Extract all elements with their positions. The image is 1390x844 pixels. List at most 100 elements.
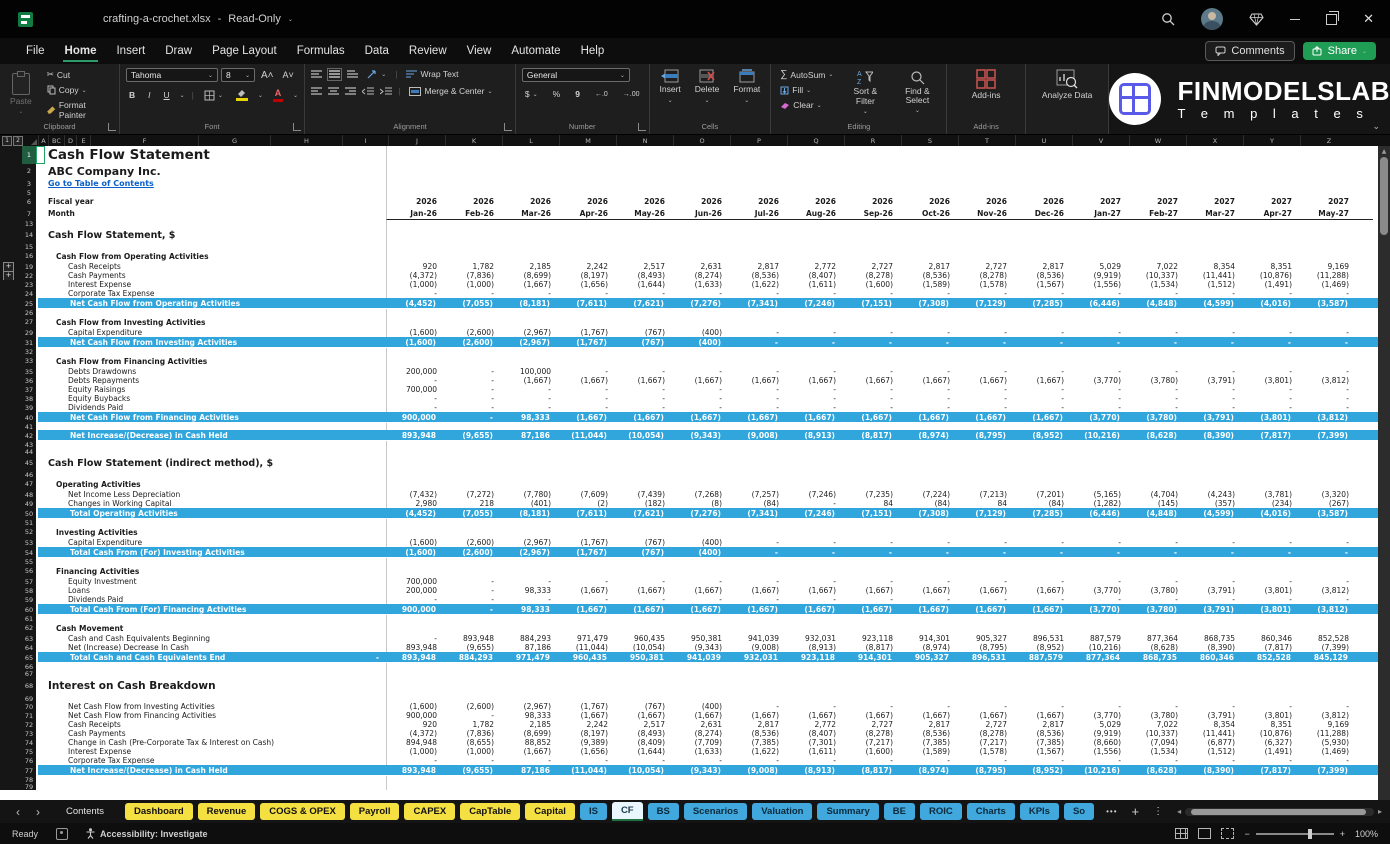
cell[interactable]: 920 <box>387 720 444 729</box>
cell[interactable]: - <box>729 328 786 337</box>
cell[interactable]: - <box>615 289 672 298</box>
cell[interactable]: 8,351 <box>1242 720 1299 729</box>
cell[interactable]: 2026 <box>786 197 843 206</box>
cell[interactable]: (4,599) <box>1184 509 1241 518</box>
grow-font-button[interactable]: A˄ <box>258 69 277 82</box>
cell[interactable]: - <box>558 756 615 765</box>
clipboard-dialog-launcher[interactable] <box>108 123 116 131</box>
outline-level-button[interactable]: 2 <box>13 136 23 146</box>
cell[interactable]: (1,578) <box>957 747 1014 756</box>
cell[interactable]: (1,667) <box>557 413 614 422</box>
row-header[interactable]: 67 <box>22 670 36 677</box>
cell[interactable]: (1,667) <box>558 376 615 385</box>
cell[interactable]: - <box>729 756 786 765</box>
cell[interactable]: - <box>1185 756 1242 765</box>
cell[interactable]: (7,709) <box>672 738 729 747</box>
cell[interactable]: - <box>387 595 444 604</box>
cell[interactable] <box>36 423 386 430</box>
cell[interactable]: (7,217) <box>957 738 1014 747</box>
sheet-tab-capex[interactable]: CAPEX <box>404 803 455 820</box>
row-label[interactable]: Change in Cash (Pre-Corporate Tax & Inte… <box>36 738 274 747</box>
cell[interactable]: (9,008) <box>729 643 786 652</box>
insert-cells-button[interactable]: Insert⌄ <box>656 68 685 106</box>
cell[interactable]: - <box>615 394 672 403</box>
cell[interactable]: (1,667) <box>843 586 900 595</box>
row-header[interactable]: 3 <box>22 178 36 189</box>
cell[interactable]: Dec-26 <box>1014 209 1071 218</box>
cell[interactable]: Interest Expense <box>36 280 386 289</box>
cell[interactable]: - <box>1185 538 1242 547</box>
cell[interactable]: 2,817 <box>1014 262 1071 271</box>
cell[interactable]: - <box>1185 385 1242 394</box>
cell[interactable]: 2026 <box>501 197 558 206</box>
cell[interactable]: 2026 <box>558 197 615 206</box>
row-header[interactable]: 74 <box>22 738 36 747</box>
percent-style-button[interactable]: % <box>550 88 564 100</box>
cell[interactable]: (1,600) <box>387 328 444 337</box>
cell[interactable]: (1,667) <box>957 376 1014 385</box>
sheet-tab-scenarios[interactable]: Scenarios <box>684 803 747 820</box>
cell[interactable]: - <box>843 702 900 711</box>
cell[interactable]: (3,780) <box>1127 413 1184 422</box>
total-row-bar[interactable]: Total Operating Activities(4,452)(7,055)… <box>38 508 1378 518</box>
cell[interactable]: - <box>443 413 500 422</box>
cell[interactable]: 971,479 <box>500 653 557 662</box>
cell[interactable]: (7,151) <box>842 509 899 518</box>
cell[interactable]: 932,031 <box>786 634 843 643</box>
cell[interactable]: 868,735 <box>1185 634 1242 643</box>
cell[interactable]: 98,333 <box>501 711 558 720</box>
sheet-tab-roic[interactable]: ROIC <box>920 803 962 820</box>
cell[interactable]: Cash Payments <box>36 271 386 280</box>
row-label[interactable]: Cash Flow from Financing Activities <box>36 357 207 366</box>
cell[interactable]: - <box>1185 394 1242 403</box>
cell[interactable]: 7,022 <box>1128 262 1185 271</box>
cell[interactable]: - <box>899 548 956 557</box>
cell[interactable]: 100,000 <box>501 367 558 376</box>
sheet-tab-valuation[interactable]: Valuation <box>752 803 812 820</box>
cell[interactable]: - <box>786 702 843 711</box>
cell[interactable] <box>36 448 386 455</box>
align-left-icon[interactable] <box>311 87 322 96</box>
menu-item-formulas[interactable]: Formulas <box>287 41 355 61</box>
cell[interactable]: 2,631 <box>672 262 729 271</box>
cell[interactable]: 2027 <box>1071 197 1128 206</box>
cell[interactable]: - <box>900 756 957 765</box>
row-header[interactable]: 13 <box>22 220 36 227</box>
fill-color-button[interactable] <box>233 88 251 102</box>
cell[interactable]: (1,667) <box>557 605 614 614</box>
cell[interactable]: (7,285) <box>1013 299 1070 308</box>
orientation-button[interactable]: ⌄ <box>364 68 389 80</box>
cell[interactable]: (7,432) <box>387 490 444 499</box>
cell[interactable]: Corporate Tax Expense <box>36 289 386 298</box>
cell[interactable]: (3,801) <box>1242 376 1299 385</box>
cell[interactable]: Cash Flow Statement, $ <box>36 227 386 243</box>
cell[interactable]: - <box>1014 403 1071 412</box>
cell[interactable]: 893,948 <box>386 653 443 662</box>
cell[interactable]: - <box>444 385 501 394</box>
find-select-button[interactable]: Find & Select⌄ <box>894 68 940 116</box>
cell[interactable]: (7,276) <box>671 299 728 308</box>
cell[interactable]: (9,919) <box>1071 271 1128 280</box>
cell[interactable]: (8,536) <box>900 271 957 280</box>
row-label[interactable]: Cash Payments <box>36 729 126 738</box>
row-header[interactable]: 27 <box>22 316 36 328</box>
cell[interactable]: (7,817) <box>1242 643 1299 652</box>
cell[interactable]: - <box>1241 548 1298 557</box>
row-label[interactable]: Corporate Tax Expense <box>36 289 154 298</box>
cell[interactable]: (11,288) <box>1299 271 1356 280</box>
row-header[interactable]: 71 <box>22 711 36 720</box>
column-header[interactable]: K <box>445 135 502 146</box>
row-label[interactable]: Capital Expenditure <box>36 538 142 547</box>
cell[interactable]: (9,343) <box>671 431 728 440</box>
cell[interactable]: 9,169 <box>1299 720 1356 729</box>
cell[interactable]: Cash Flow from Financing Activities <box>36 355 386 367</box>
cell[interactable]: - <box>843 328 900 337</box>
cell[interactable]: (7,621) <box>614 509 671 518</box>
cell[interactable]: (8,390) <box>1184 431 1241 440</box>
cell[interactable]: 2,727 <box>843 262 900 271</box>
cell[interactable]: - <box>1128 367 1185 376</box>
cell[interactable]: - <box>900 702 957 711</box>
sheet-tab-charts[interactable]: Charts <box>967 803 1015 820</box>
cell[interactable]: - <box>501 756 558 765</box>
cell[interactable]: 2026 <box>672 197 729 206</box>
